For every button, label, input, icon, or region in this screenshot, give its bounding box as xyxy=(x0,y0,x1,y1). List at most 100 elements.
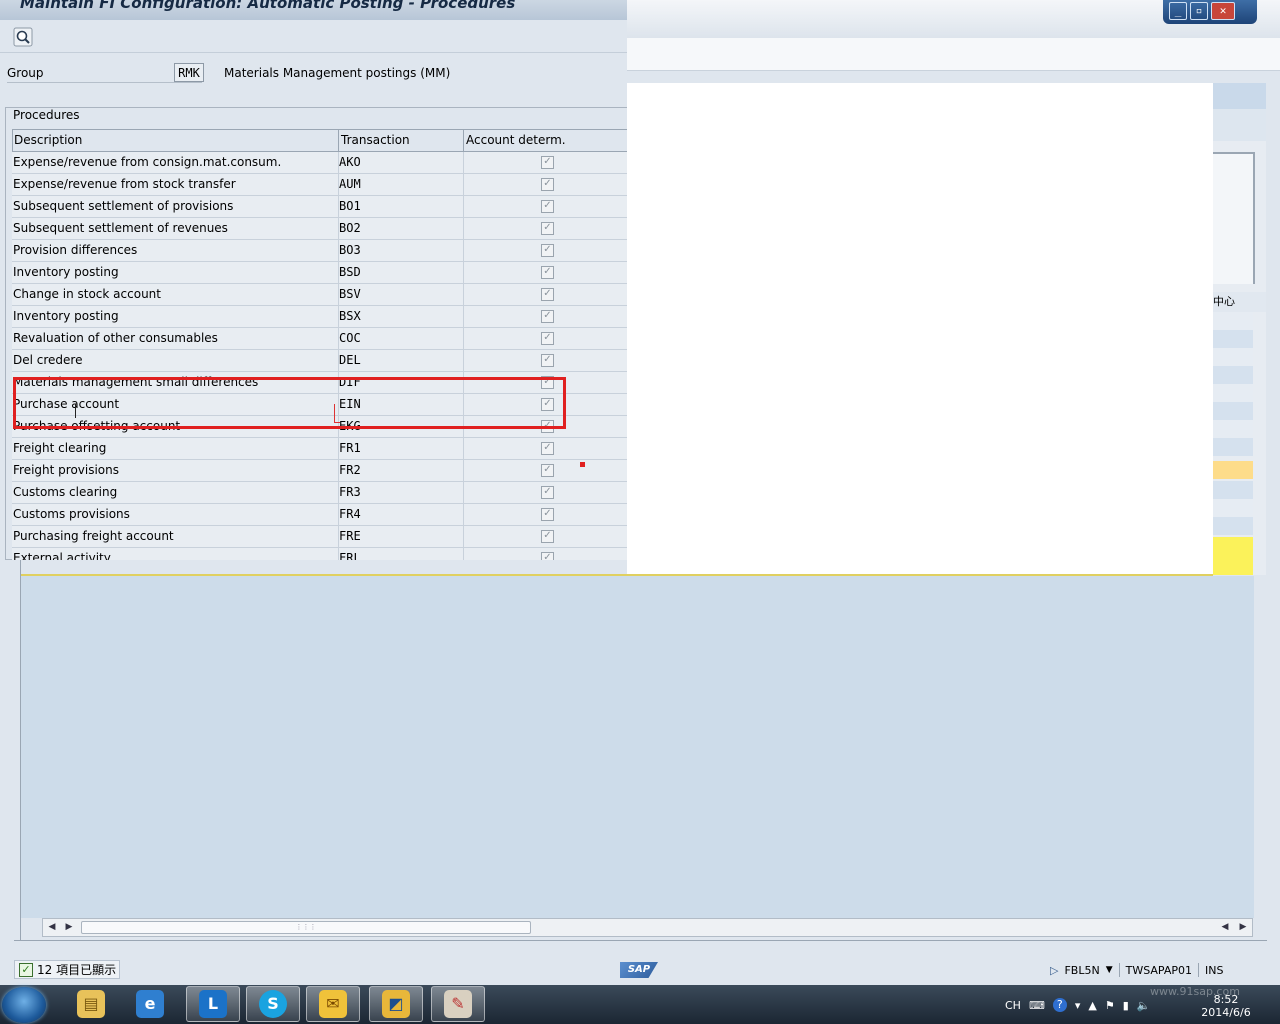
column-header-account-determ[interactable]: Account determ. xyxy=(463,130,627,151)
table-row[interactable]: Customs provisions FR4 ✓ xyxy=(12,504,627,526)
taskbar-paint[interactable]: ✎ xyxy=(431,986,485,1022)
column-header-fragment: 中心 xyxy=(1213,295,1235,308)
show-hidden-icons[interactable]: ▲ xyxy=(1088,999,1096,1012)
group-underline xyxy=(7,82,202,83)
account-determ-checkbox[interactable]: ✓ xyxy=(541,200,554,213)
scrollbar-thumb[interactable]: ⋮⋮⋮ xyxy=(81,921,531,934)
dialog-title: Maintain FI Configuration: Automatic Pos… xyxy=(20,0,516,12)
table-row[interactable]: Freight clearing FR1 ✓ xyxy=(12,438,627,460)
table-row[interactable]: Subsequent settlement of revenues BO2 ✓ xyxy=(12,218,627,240)
row-transaction: FR2 xyxy=(338,460,463,481)
row-account-determ: ✓ xyxy=(463,438,627,459)
table-row[interactable]: Provision differences BO3 ✓ xyxy=(12,240,627,262)
row-description: Provision differences xyxy=(13,243,138,257)
taskbar-skype[interactable]: S xyxy=(246,986,300,1022)
background-row xyxy=(1213,438,1253,456)
account-determ-checkbox[interactable]: ✓ xyxy=(541,552,554,560)
background-row xyxy=(1213,402,1253,420)
clock-date: 2014/6/6 xyxy=(1201,1006,1251,1019)
row-account-determ: ✓ xyxy=(463,240,627,261)
restore-icon[interactable]: ▫ xyxy=(1190,2,1208,20)
account-determ-checkbox[interactable]: ✓ xyxy=(541,464,554,477)
help-icon[interactable]: ? xyxy=(1052,998,1067,1012)
network-icon[interactable]: ▮ xyxy=(1123,999,1129,1012)
account-determ-checkbox[interactable]: ✓ xyxy=(541,222,554,235)
watermark: www.91sap.com xyxy=(1120,975,1240,998)
account-determ-checkbox[interactable]: ✓ xyxy=(541,486,554,499)
table-row[interactable]: Subsequent settlement of provisions BO1 ✓ xyxy=(12,196,627,218)
background-row xyxy=(1213,481,1253,499)
scroll-right-icon[interactable]: ▶ xyxy=(1235,920,1251,935)
scroll-left-icon[interactable]: ◀ xyxy=(44,920,60,935)
table-row[interactable]: Customs clearing FR3 ✓ xyxy=(12,482,627,504)
account-determ-checkbox[interactable]: ✓ xyxy=(541,354,554,367)
play-arrow-icon[interactable]: ▷ xyxy=(1050,964,1058,977)
taskbar-lync[interactable]: L xyxy=(186,986,240,1022)
account-determ-checkbox[interactable]: ✓ xyxy=(541,288,554,301)
row-account-determ: ✓ xyxy=(463,218,627,239)
column-header-description[interactable]: Description xyxy=(12,130,338,151)
row-description: Subsequent settlement of provisions xyxy=(13,199,234,213)
account-determ-checkbox[interactable]: ✓ xyxy=(541,508,554,521)
background-row xyxy=(1213,384,1253,402)
status-message[interactable]: ✓ 12 項目已顯示 xyxy=(14,960,120,979)
volume-icon[interactable]: 🔈 xyxy=(1137,999,1151,1012)
row-account-determ: ✓ xyxy=(463,196,627,217)
skype-icon: S xyxy=(259,990,287,1018)
table-row[interactable]: External activity FRL ✓ xyxy=(12,548,627,560)
minimize-icon[interactable]: _ xyxy=(1169,2,1187,20)
close-icon[interactable]: ✕ xyxy=(1211,2,1235,20)
horizontal-scrollbar[interactable]: ◀ ▶ ⋮⋮⋮ ◀ ▶ xyxy=(42,918,1253,937)
table-row[interactable]: Expense/revenue from stock transfer AUM ✓ xyxy=(12,174,627,196)
account-determ-checkbox[interactable]: ✓ xyxy=(541,310,554,323)
account-determ-checkbox[interactable]: ✓ xyxy=(541,442,554,455)
background-column-header: 中心 xyxy=(1213,292,1266,312)
row-transaction: BSV xyxy=(338,284,463,305)
background-row xyxy=(1213,366,1253,384)
sap-logon-icon: ◩ xyxy=(382,990,410,1018)
table-row[interactable]: Inventory posting BSX ✓ xyxy=(12,306,627,328)
text-cursor xyxy=(75,404,76,418)
account-determ-checkbox[interactable]: ✓ xyxy=(541,156,554,169)
internet-explorer-icon: e xyxy=(136,990,164,1018)
start-button[interactable] xyxy=(2,987,46,1023)
row-account-determ: ✓ xyxy=(463,174,627,195)
group-field[interactable]: RMK xyxy=(174,63,204,82)
input-language[interactable]: CH xyxy=(1005,999,1021,1012)
table-row[interactable]: Expense/revenue from consign.mat.consum.… xyxy=(12,152,627,174)
scroll-left-icon[interactable]: ◀ xyxy=(1217,920,1233,935)
row-description: Purchasing freight account xyxy=(13,529,174,543)
row-transaction: DEL xyxy=(338,350,463,371)
taskbar-outlook[interactable]: ✉ xyxy=(306,986,360,1022)
dropdown-icon[interactable]: ▼ xyxy=(1106,965,1113,975)
table-row[interactable]: Inventory posting BSD ✓ xyxy=(12,262,627,284)
row-account-determ: ✓ xyxy=(463,548,627,560)
row-account-determ: ✓ xyxy=(463,328,627,349)
taskbar-sap-logon[interactable]: ◩ xyxy=(369,986,423,1022)
row-description: Inventory posting xyxy=(13,309,119,323)
keyboard-icon[interactable]: ⌨ xyxy=(1029,999,1045,1012)
table-row[interactable]: Revaluation of other consumables COC ✓ xyxy=(12,328,627,350)
row-transaction: FRE xyxy=(338,526,463,547)
account-determ-checkbox[interactable]: ✓ xyxy=(541,244,554,257)
column-header-transaction[interactable]: Transaction xyxy=(338,130,463,151)
account-determ-checkbox[interactable]: ✓ xyxy=(541,266,554,279)
table-row[interactable]: Change in stock account BSV ✓ xyxy=(12,284,627,306)
table-row[interactable]: Purchasing freight account FRE ✓ xyxy=(12,526,627,548)
account-determ-checkbox[interactable]: ✓ xyxy=(541,530,554,543)
procedures-title: Procedures xyxy=(13,108,80,122)
row-transaction: COC xyxy=(338,328,463,349)
scroll-right-icon[interactable]: ▶ xyxy=(61,920,77,935)
taskbar-windows-explorer[interactable]: ▤ xyxy=(64,986,118,1022)
flag-icon[interactable]: ⚑ xyxy=(1105,999,1115,1012)
table-row[interactable]: Del credere DEL ✓ xyxy=(12,350,627,372)
options-icon[interactable]: ▾ xyxy=(1075,999,1081,1012)
table-row[interactable]: Freight provisions FR2 ✓ xyxy=(12,460,627,482)
folder-icon: ▤ xyxy=(77,990,105,1018)
row-description: Inventory posting xyxy=(13,265,119,279)
account-determ-checkbox[interactable]: ✓ xyxy=(541,332,554,345)
taskbar-internet-explorer[interactable]: e xyxy=(123,986,177,1022)
account-determ-checkbox[interactable]: ✓ xyxy=(541,178,554,191)
status-transaction: FBL5N xyxy=(1064,963,1100,977)
find-icon[interactable] xyxy=(13,27,33,47)
